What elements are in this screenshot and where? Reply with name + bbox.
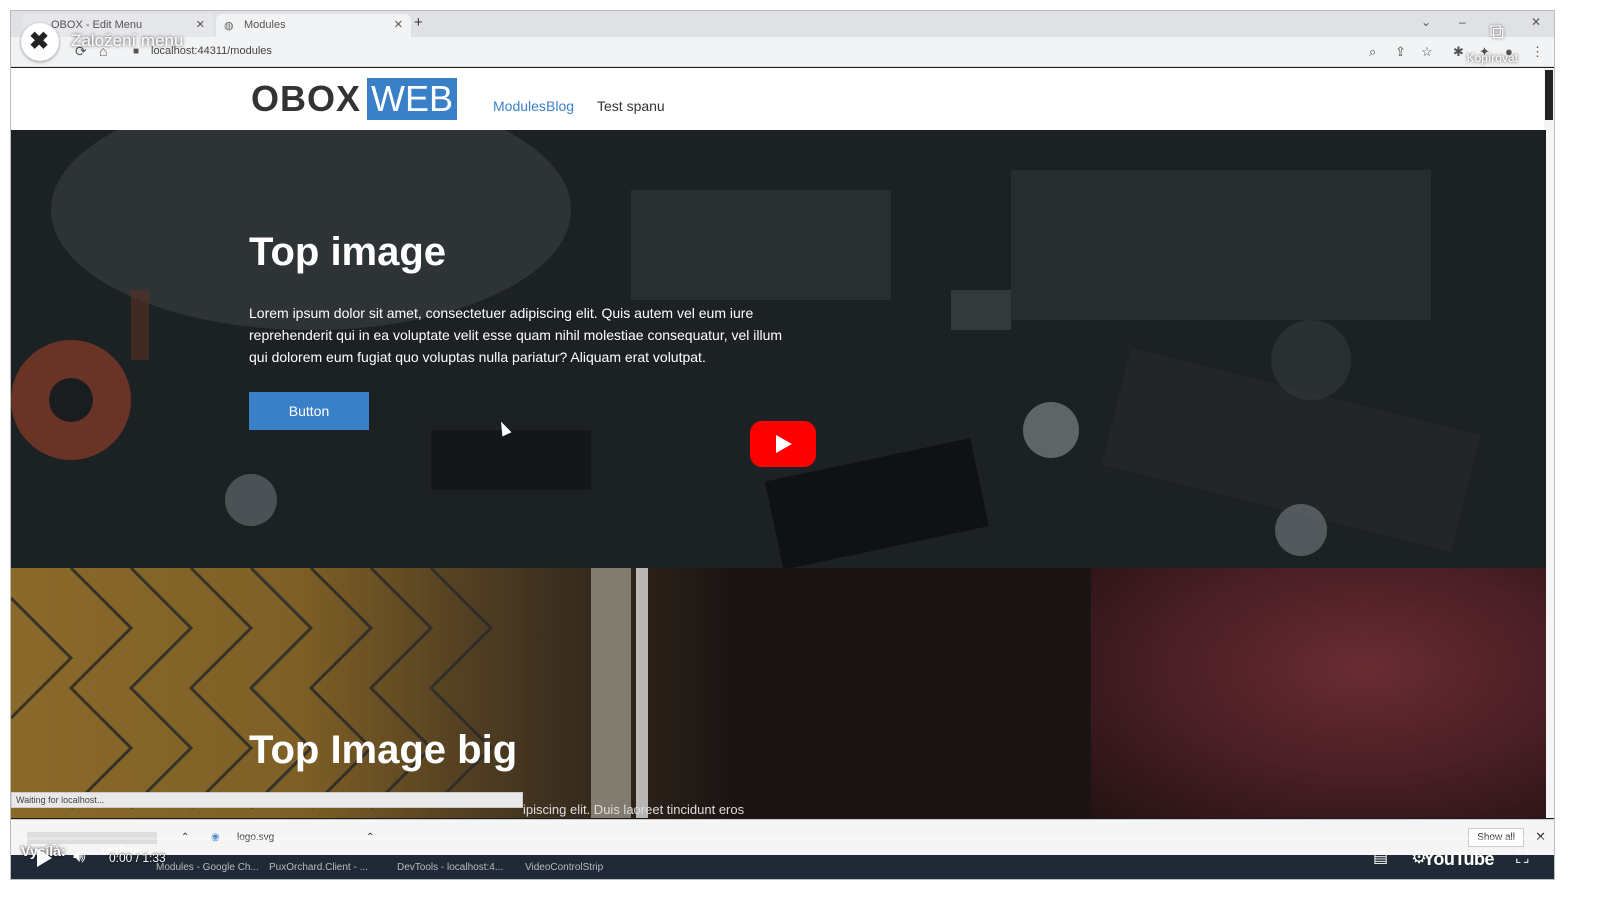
chevron-down-icon[interactable]: ⌄ (1421, 15, 1431, 29)
scrollbar-thumb[interactable] (1545, 70, 1553, 120)
nav-modules[interactable]: Modules (493, 98, 546, 114)
share-icon[interactable]: ⇪ (1395, 44, 1406, 60)
play-icon[interactable] (37, 849, 52, 867)
close-window-icon[interactable]: ✕ (1531, 15, 1541, 29)
video-title[interactable]: Založení menu (71, 31, 183, 51)
new-tab-icon[interactable]: + (414, 14, 423, 31)
browser-tab-strip: OBOX - Edit Menu ✕ ◍ Modules ✕ + ⌄ – ✕ (11, 11, 1554, 37)
channel-logo[interactable]: ✖ (21, 23, 59, 61)
tab-label: Modules (244, 19, 286, 31)
copy-icon[interactable]: ⧉ (1490, 21, 1504, 44)
time-display: 0:00 / 1:33 (109, 851, 166, 865)
nav-test-spanu[interactable]: Test spanu (597, 98, 665, 114)
extension-icon[interactable]: ✱ (1453, 44, 1464, 60)
minimize-icon[interactable]: – (1459, 15, 1466, 29)
nav-blog[interactable]: Blog (546, 98, 574, 114)
hero-top-image: Top image Lorem ipsum dolor sit amet, co… (11, 130, 1546, 568)
volume-icon[interactable]: 🔊︎ (73, 845, 86, 868)
video-frame[interactable]: OBOX - Edit Menu ✕ ◍ Modules ✕ + ⌄ – ✕ ⟳… (10, 10, 1555, 880)
logo-obox-text: OBOX (251, 78, 362, 119)
more-menu-icon[interactable]: ⋮ (1531, 44, 1544, 60)
site-header: OBOX WEB Modules Blog Test spanu (11, 68, 1546, 130)
hero-title: Top image (249, 230, 447, 274)
youtube-wordmark[interactable]: YouTube (1423, 849, 1494, 870)
copy-label[interactable]: Kopírovat (1467, 51, 1518, 65)
subtitles-icon[interactable]: ▤ (1373, 847, 1388, 867)
taskbar-item[interactable]: VideoControlStrip (525, 862, 603, 873)
browser-tab-modules[interactable]: ◍ Modules ✕ (216, 14, 411, 37)
tab-label: OBOX - Edit Menu (51, 19, 143, 31)
star-icon[interactable]: ☆ (1421, 44, 1433, 60)
close-x-icon: ✖ (29, 28, 50, 55)
red-clothing-image (1091, 568, 1546, 818)
site-logo[interactable]: OBOX WEB (251, 78, 458, 120)
hero-text: Lorem ipsum dolor sit amet, consectetuer… (249, 305, 783, 365)
close-tab-icon[interactable]: ✕ (394, 18, 403, 31)
chain-fence-pattern (11, 568, 648, 818)
taskbar-item[interactable]: PuxOrchard.Client - ... (269, 862, 368, 873)
logo-web-text: WEB (367, 78, 458, 120)
hero2-title: Top Image big (249, 728, 518, 772)
windows-taskbar: Modules - Google Ch... PuxOrchard.Client… (11, 855, 1554, 879)
taskbar-item[interactable]: DevTools - localhost:4... (397, 862, 503, 873)
globe-icon: ◍ (224, 20, 234, 32)
taskbar-item[interactable]: Modules - Google Ch... (156, 862, 259, 873)
zoom-icon[interactable]: ⌕ (1369, 44, 1376, 60)
video-progress-bar[interactable] (21, 837, 1546, 840)
close-tab-icon[interactable]: ✕ (196, 18, 205, 31)
browser-status-bar: Waiting for localhost... (11, 792, 523, 808)
hero-button[interactable]: Button (249, 392, 369, 430)
address-bar: ⟳ ⌂ ■ localhost:44311/modules ⌕ ⇪ ☆ ✱ ✦ … (11, 37, 1554, 67)
youtube-play-button[interactable] (750, 421, 816, 467)
play-icon (776, 435, 792, 453)
hero2-subtext: ipiscing elit. Duis laoreet tincidunt er… (523, 802, 745, 817)
hero-top-image-big: Top Image big ipiscing elit. Duis laoree… (11, 568, 1546, 818)
fullscreen-icon[interactable]: ⛶ (1516, 847, 1529, 868)
